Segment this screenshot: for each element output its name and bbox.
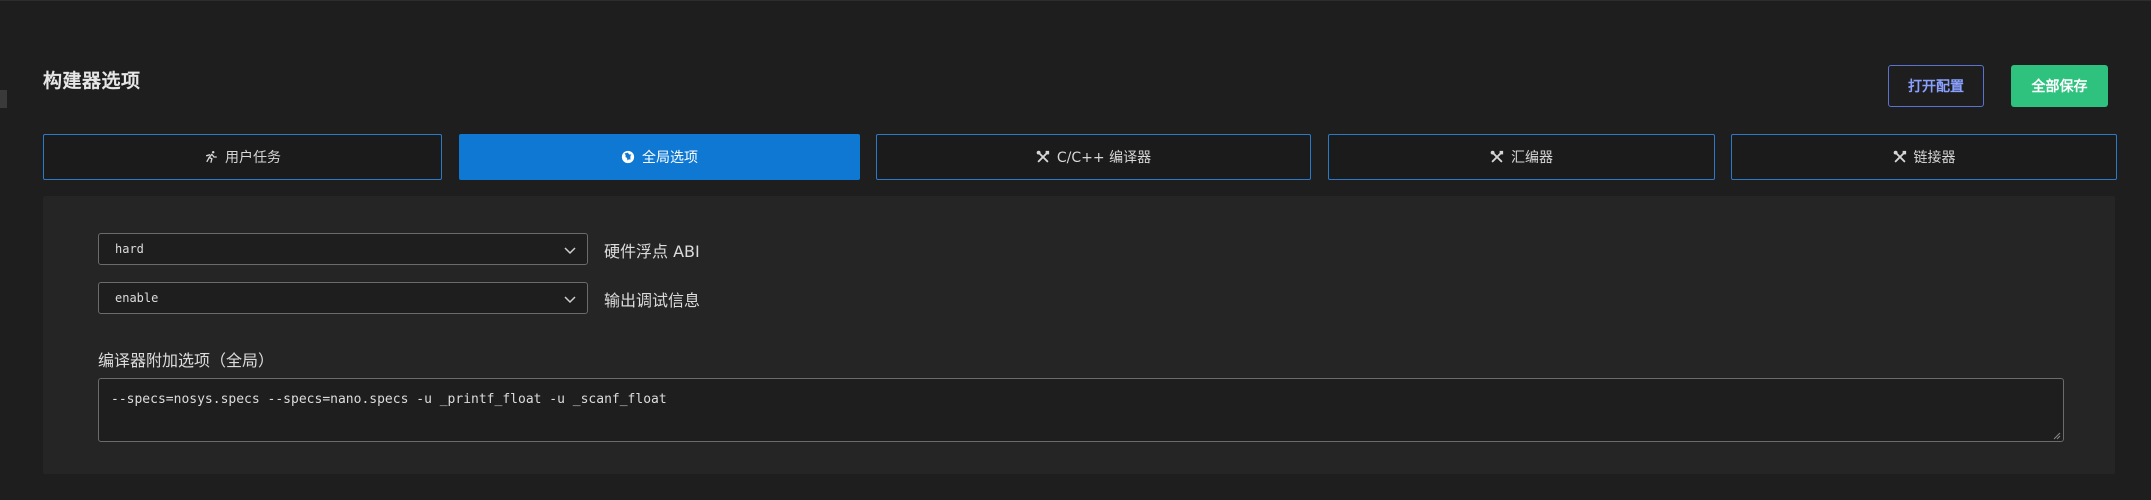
top-divider — [0, 0, 2151, 1]
page-title: 构建器选项 — [43, 70, 141, 92]
chevron-down-icon — [563, 292, 577, 306]
chevron-down-icon — [563, 243, 577, 257]
extra-options-textarea[interactable]: --specs=nosys.specs --specs=nano.specs -… — [98, 378, 2064, 442]
editor-gutter-marker — [0, 90, 7, 108]
extra-options-label: 编译器附加选项（全局） — [98, 351, 275, 370]
debug-info-label: 输出调试信息 — [604, 291, 701, 310]
builder-options-page: 构建器选项 打开配置 全部保存 用户任务 全局选项 C/C++ 编译器 汇编器 … — [0, 0, 2151, 500]
textarea-value: --specs=nosys.specs --specs=nano.specs -… — [111, 392, 667, 407]
tab-label: 全局选项 — [642, 150, 698, 166]
tab-cpp-compiler[interactable]: C/C++ 编译器 — [876, 134, 1311, 180]
tools-icon — [1036, 150, 1050, 164]
tools-icon — [1893, 150, 1907, 164]
tab-linker[interactable]: 链接器 — [1731, 134, 2117, 180]
save-all-button[interactable]: 全部保存 — [2011, 65, 2108, 107]
tab-global-options[interactable]: 全局选项 — [459, 134, 860, 180]
tab-user-tasks[interactable]: 用户任务 — [43, 134, 442, 180]
run-icon — [204, 150, 218, 164]
float-abi-select[interactable]: hard — [98, 233, 588, 265]
select-value: hard — [115, 242, 144, 256]
tab-assembler[interactable]: 汇编器 — [1328, 134, 1715, 180]
tab-label: 链接器 — [1913, 150, 1956, 166]
tab-label: 汇编器 — [1511, 150, 1553, 166]
tab-label: C/C++ 编译器 — [1056, 150, 1152, 166]
resize-grip-icon[interactable] — [2051, 429, 2061, 440]
tools-icon — [1490, 150, 1504, 164]
float-abi-label: 硬件浮点 ABI — [604, 242, 700, 261]
open-config-button[interactable]: 打开配置 — [1888, 65, 1984, 107]
select-value: enable — [115, 291, 159, 305]
globe-icon — [621, 150, 635, 164]
debug-info-select[interactable]: enable — [98, 282, 588, 314]
tab-label: 用户任务 — [225, 150, 281, 166]
